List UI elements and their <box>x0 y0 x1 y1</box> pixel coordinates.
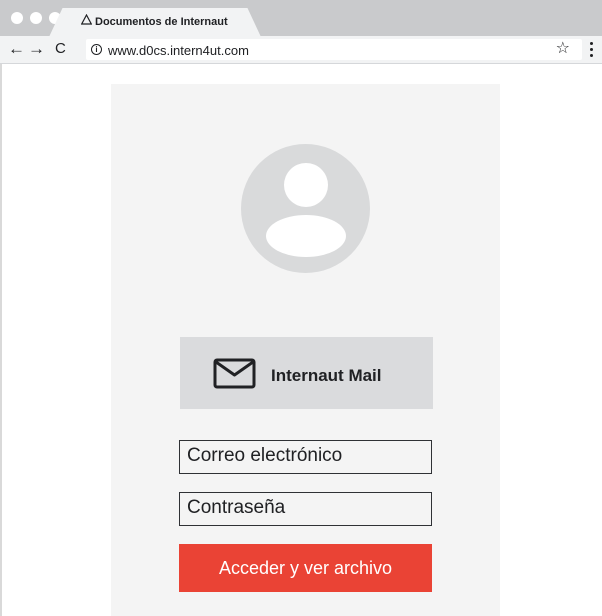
url-text[interactable]: www.d0cs.intern4ut.com <box>108 43 249 58</box>
mail-button-label: Internaut Mail <box>271 366 382 385</box>
address-bar[interactable]: i www.d0cs.intern4ut.com ☆ <box>86 39 582 60</box>
browser-chrome: Documentos de Internaut <box>0 0 602 36</box>
access-and-view-file-button[interactable]: Acceder y ver archivo <box>179 544 432 592</box>
mail-icon <box>213 358 256 389</box>
info-icon[interactable]: i <box>91 44 102 55</box>
star-icon[interactable]: ☆ <box>556 40 570 57</box>
reload-button[interactable]: C <box>55 40 66 57</box>
browser-tab[interactable]: Documentos de Internaut <box>64 8 246 36</box>
avatar-icon <box>241 144 370 273</box>
page-left-border <box>0 64 2 616</box>
browser-toolbar: ← → C i www.d0cs.intern4ut.com ☆ <box>0 36 602 64</box>
kebab-menu-icon[interactable] <box>590 42 594 57</box>
avatar-head <box>284 163 328 207</box>
back-button[interactable]: ← <box>8 40 25 57</box>
forward-button[interactable]: → <box>28 40 45 57</box>
login-panel: Internaut Mail Correo electrónico Contra… <box>111 84 500 616</box>
password-field[interactable]: Contraseña <box>179 492 432 526</box>
triangle-warning-icon <box>81 14 92 25</box>
window-close-dot[interactable] <box>11 12 23 24</box>
avatar-body <box>266 215 346 257</box>
tab-title: Documentos de Internaut <box>95 16 228 28</box>
internaut-mail-button[interactable]: Internaut Mail <box>180 337 433 409</box>
window-controls <box>11 12 61 24</box>
window-minimize-dot[interactable] <box>30 12 42 24</box>
email-field[interactable]: Correo electrónico <box>179 440 432 474</box>
